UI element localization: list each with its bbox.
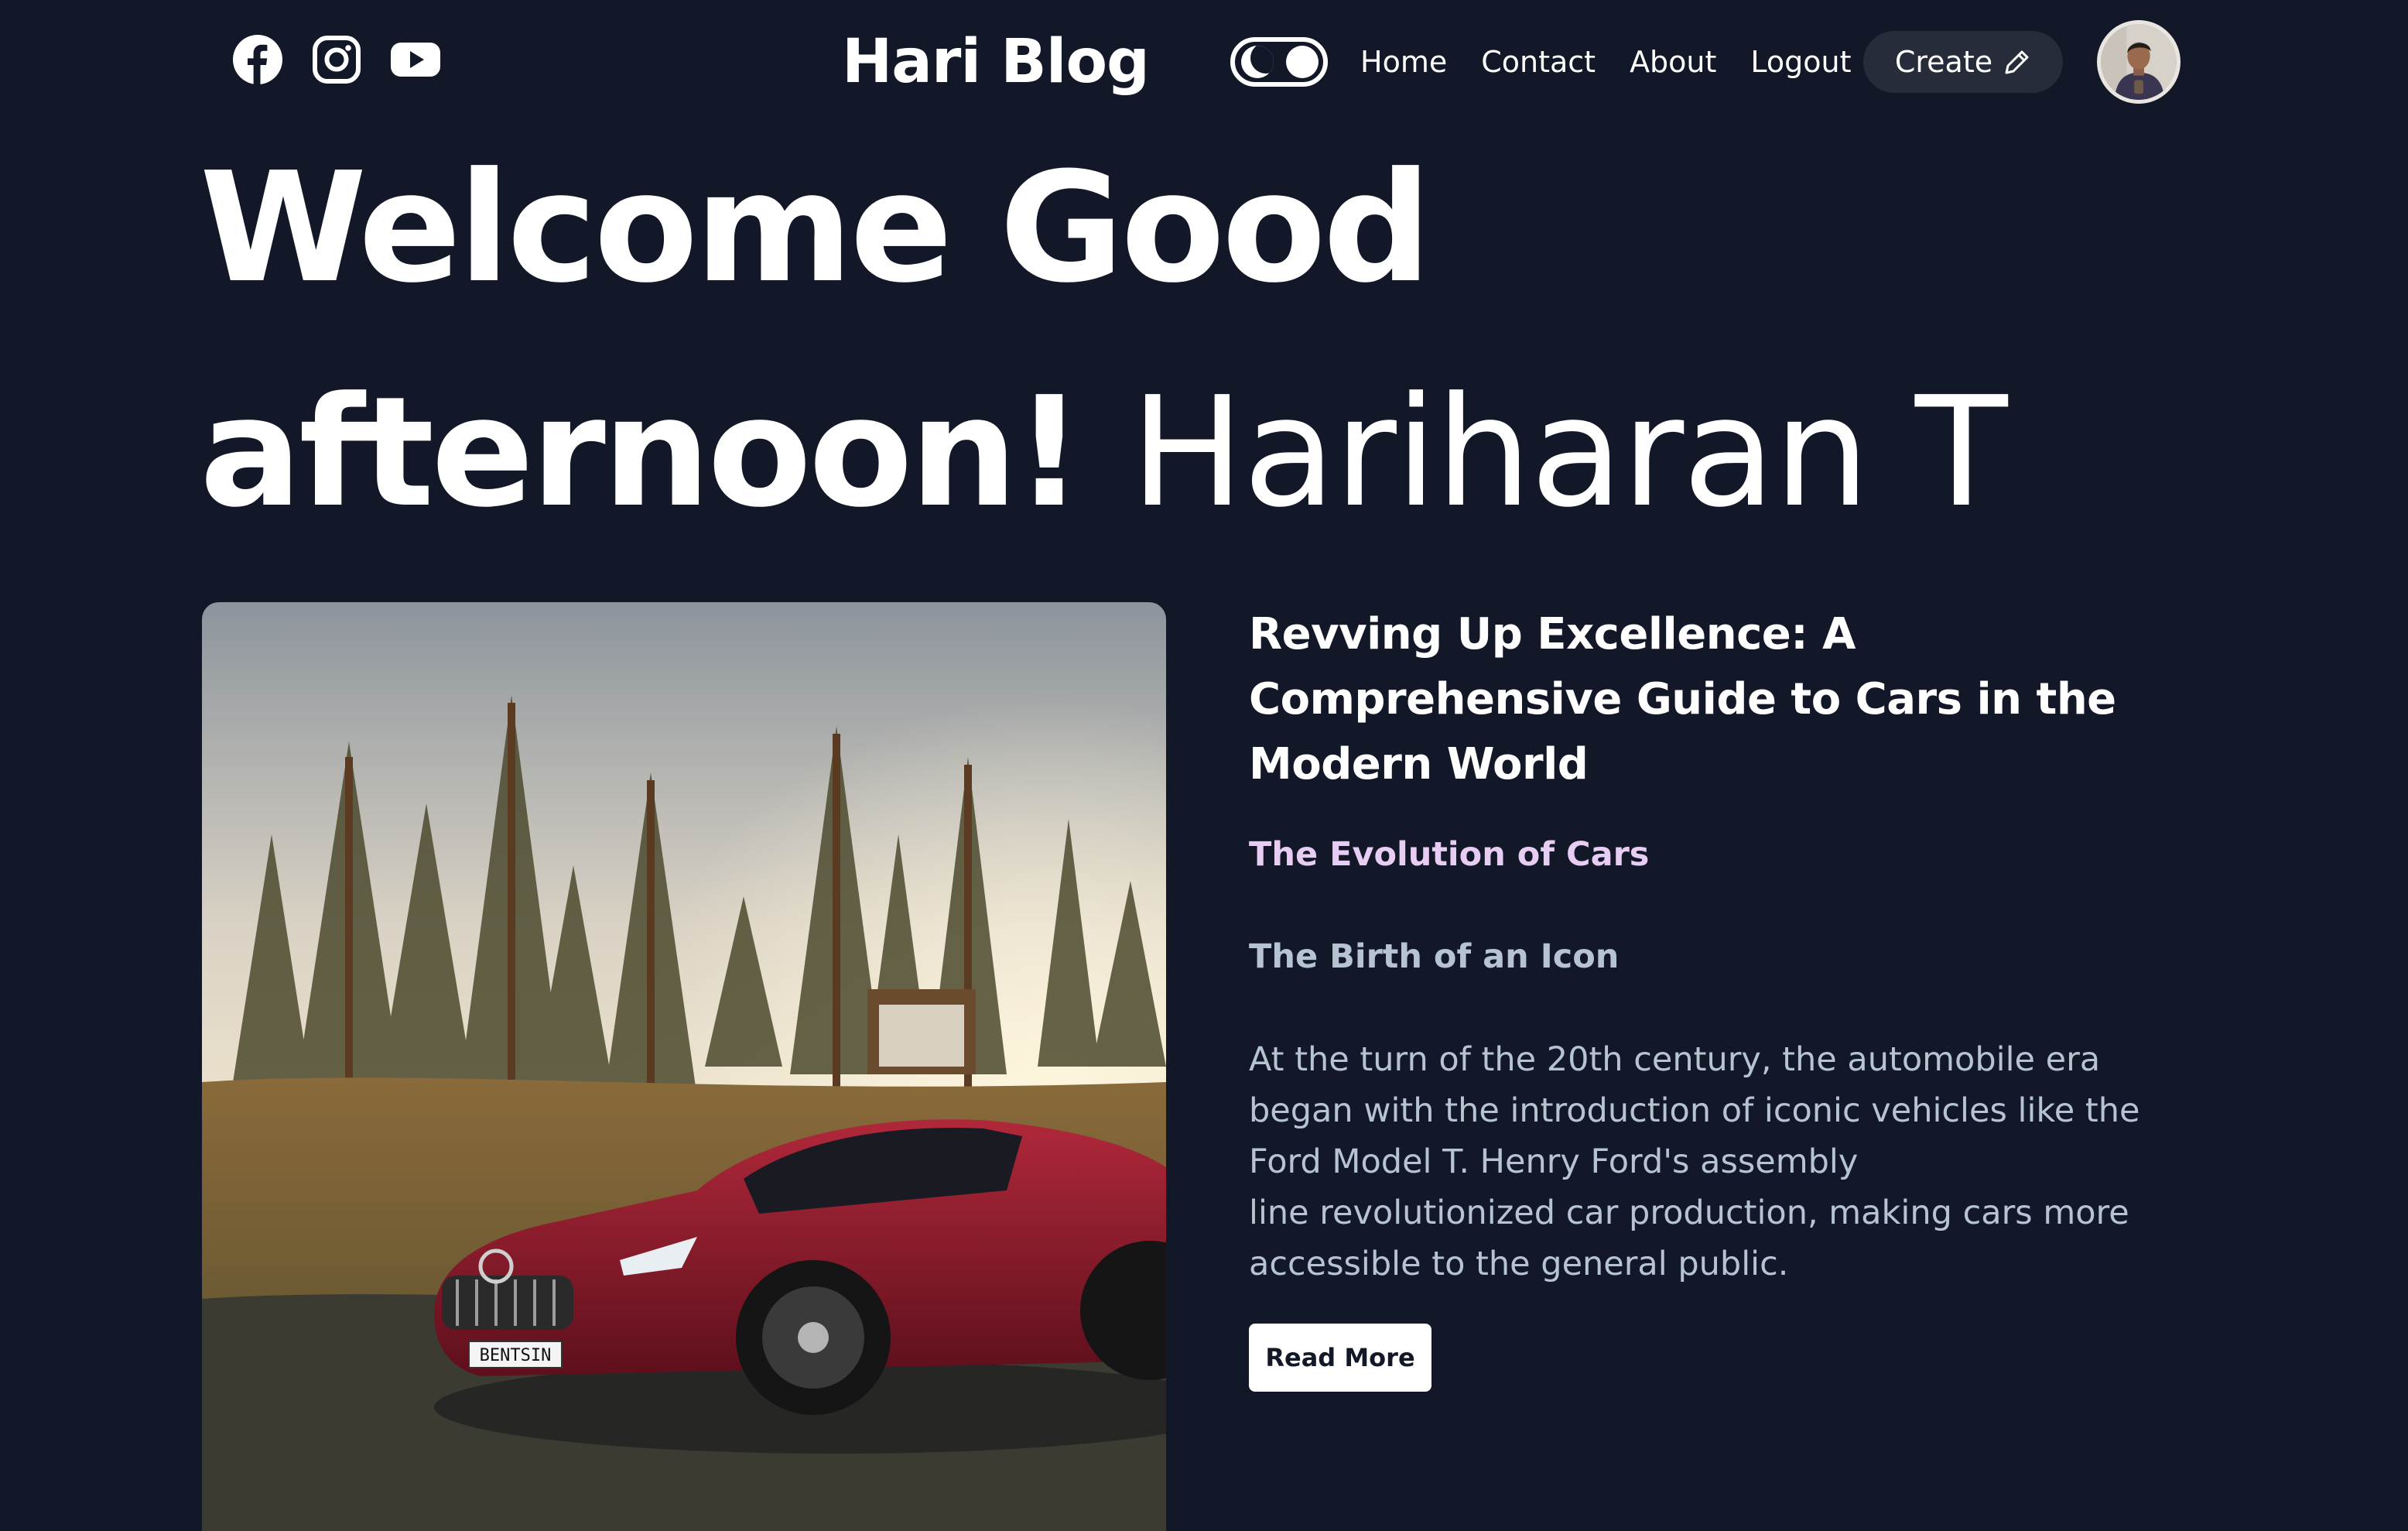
post-subheading-birth: The Birth of an Icon: [1249, 937, 1620, 976]
nav-contact-link[interactable]: Contact: [1481, 39, 1596, 85]
nav-home-link[interactable]: Home: [1360, 39, 1447, 85]
nav-about-link[interactable]: About: [1630, 39, 1716, 85]
post-cover-image[interactable]: BENTSIN: [202, 602, 1166, 1531]
youtube-icon[interactable]: [390, 34, 441, 85]
post-title[interactable]: Revving Up Excellence: A Comprehensive G…: [1249, 602, 2208, 797]
pencil-icon: [2003, 48, 2031, 76]
excerpt-line: began with the introduction of iconic ve…: [1249, 1091, 2140, 1130]
instagram-icon[interactable]: [311, 34, 362, 85]
site-logo[interactable]: Hari Blog: [842, 22, 1150, 102]
post-excerpt: At the turn of the 20th century, the aut…: [1249, 1034, 2208, 1290]
main-nav: Home Contact About Logout: [1360, 39, 1852, 85]
excerpt-line: accessible to the general public.: [1249, 1245, 1789, 1283]
moon-icon: [1241, 46, 1274, 78]
excerpt-line: Ford Model T. Henry Ford's assembly: [1249, 1142, 1859, 1181]
nav-logout-link[interactable]: Logout: [1750, 39, 1851, 85]
social-links: [232, 34, 441, 85]
create-button-label: Create: [1894, 45, 1993, 79]
read-more-button[interactable]: Read More: [1249, 1324, 1431, 1392]
welcome-greeting: Welcome Good afternoon! Hariharan T: [200, 116, 2211, 565]
excerpt-line: At the turn of the 20th century, the aut…: [1249, 1040, 2101, 1079]
excerpt-line: line revolutionized car production, maki…: [1249, 1194, 2129, 1232]
post-subheading-evolution: The Evolution of Cars: [1249, 835, 1650, 874]
facebook-icon[interactable]: [232, 34, 283, 85]
toggle-knob: [1286, 46, 1319, 78]
greeting-line-2: afternoon!: [200, 365, 1084, 541]
site-header: Hari Blog Home Contact About Logout Crea…: [0, 0, 2408, 124]
user-avatar[interactable]: [2097, 20, 2181, 104]
license-plate-text: BENTSIN: [480, 1346, 552, 1365]
greeting-line-1: Welcome Good: [200, 140, 1431, 317]
create-post-button[interactable]: Create: [1863, 31, 2063, 93]
post-summary: Revving Up Excellence: A Comprehensive G…: [1249, 602, 2208, 1392]
theme-toggle[interactable]: [1230, 37, 1328, 87]
user-name: Hariharan T: [1130, 365, 2008, 541]
